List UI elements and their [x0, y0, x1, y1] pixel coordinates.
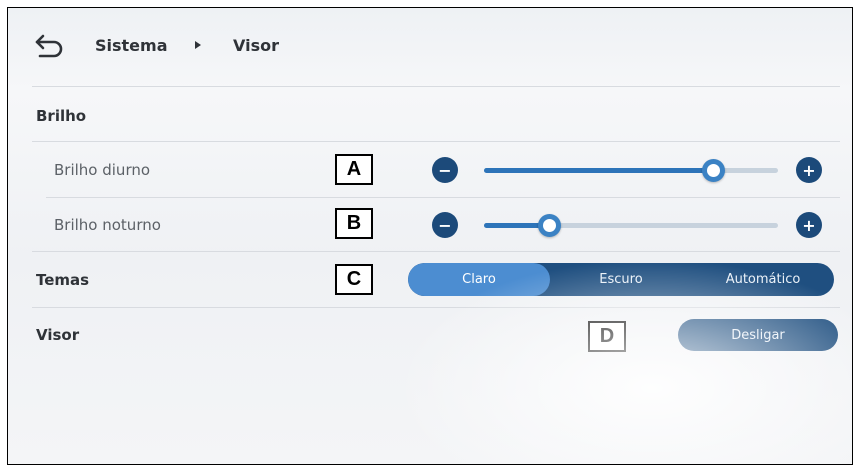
day-brightness-label: Brilho diurno — [54, 161, 151, 179]
callout-tag-c: C — [335, 264, 373, 295]
night-brightness-label: Brilho noturno — [54, 216, 161, 234]
slider-track[interactable] — [484, 214, 778, 237]
callout-tag-a: A — [335, 154, 373, 185]
minus-icon[interactable]: − — [432, 157, 458, 183]
night-brightness-slider[interactable]: − + — [432, 210, 822, 240]
breadcrumb-visor: Visor — [233, 36, 279, 55]
slider-track[interactable] — [484, 159, 778, 182]
divider — [32, 251, 840, 252]
theme-option-escuro[interactable]: Escuro — [550, 263, 692, 296]
screen-frame: Sistema Visor Brilho Brilho diurno A − +… — [7, 7, 853, 465]
minus-icon[interactable]: − — [432, 212, 458, 238]
divider — [32, 141, 840, 142]
callout-tag-d: D — [588, 321, 626, 352]
slider-fill — [484, 168, 714, 173]
divider — [32, 307, 840, 308]
slider-thumb[interactable] — [702, 159, 726, 182]
header: Sistema Visor — [8, 8, 852, 86]
divider — [46, 197, 840, 198]
turn-off-display-button[interactable]: Desligar — [678, 319, 838, 351]
plus-icon[interactable]: + — [796, 157, 822, 183]
plus-icon[interactable]: + — [796, 212, 822, 238]
divider — [32, 86, 840, 87]
theme-segmented-control[interactable]: Claro Escuro Automático — [408, 263, 834, 296]
breadcrumb-sistema[interactable]: Sistema — [95, 36, 168, 55]
theme-option-claro[interactable]: Claro — [408, 263, 550, 296]
theme-option-automatico[interactable]: Automático — [692, 263, 834, 296]
section-title-brilho: Brilho — [36, 107, 87, 125]
back-arrow-icon[interactable] — [34, 32, 66, 60]
section-title-temas: Temas — [36, 271, 90, 289]
day-brightness-slider[interactable]: − + — [432, 155, 822, 185]
section-title-visor: Visor — [36, 326, 80, 344]
callout-tag-b: B — [335, 208, 373, 239]
caret-right-icon — [195, 41, 201, 49]
slider-thumb[interactable] — [537, 214, 561, 237]
